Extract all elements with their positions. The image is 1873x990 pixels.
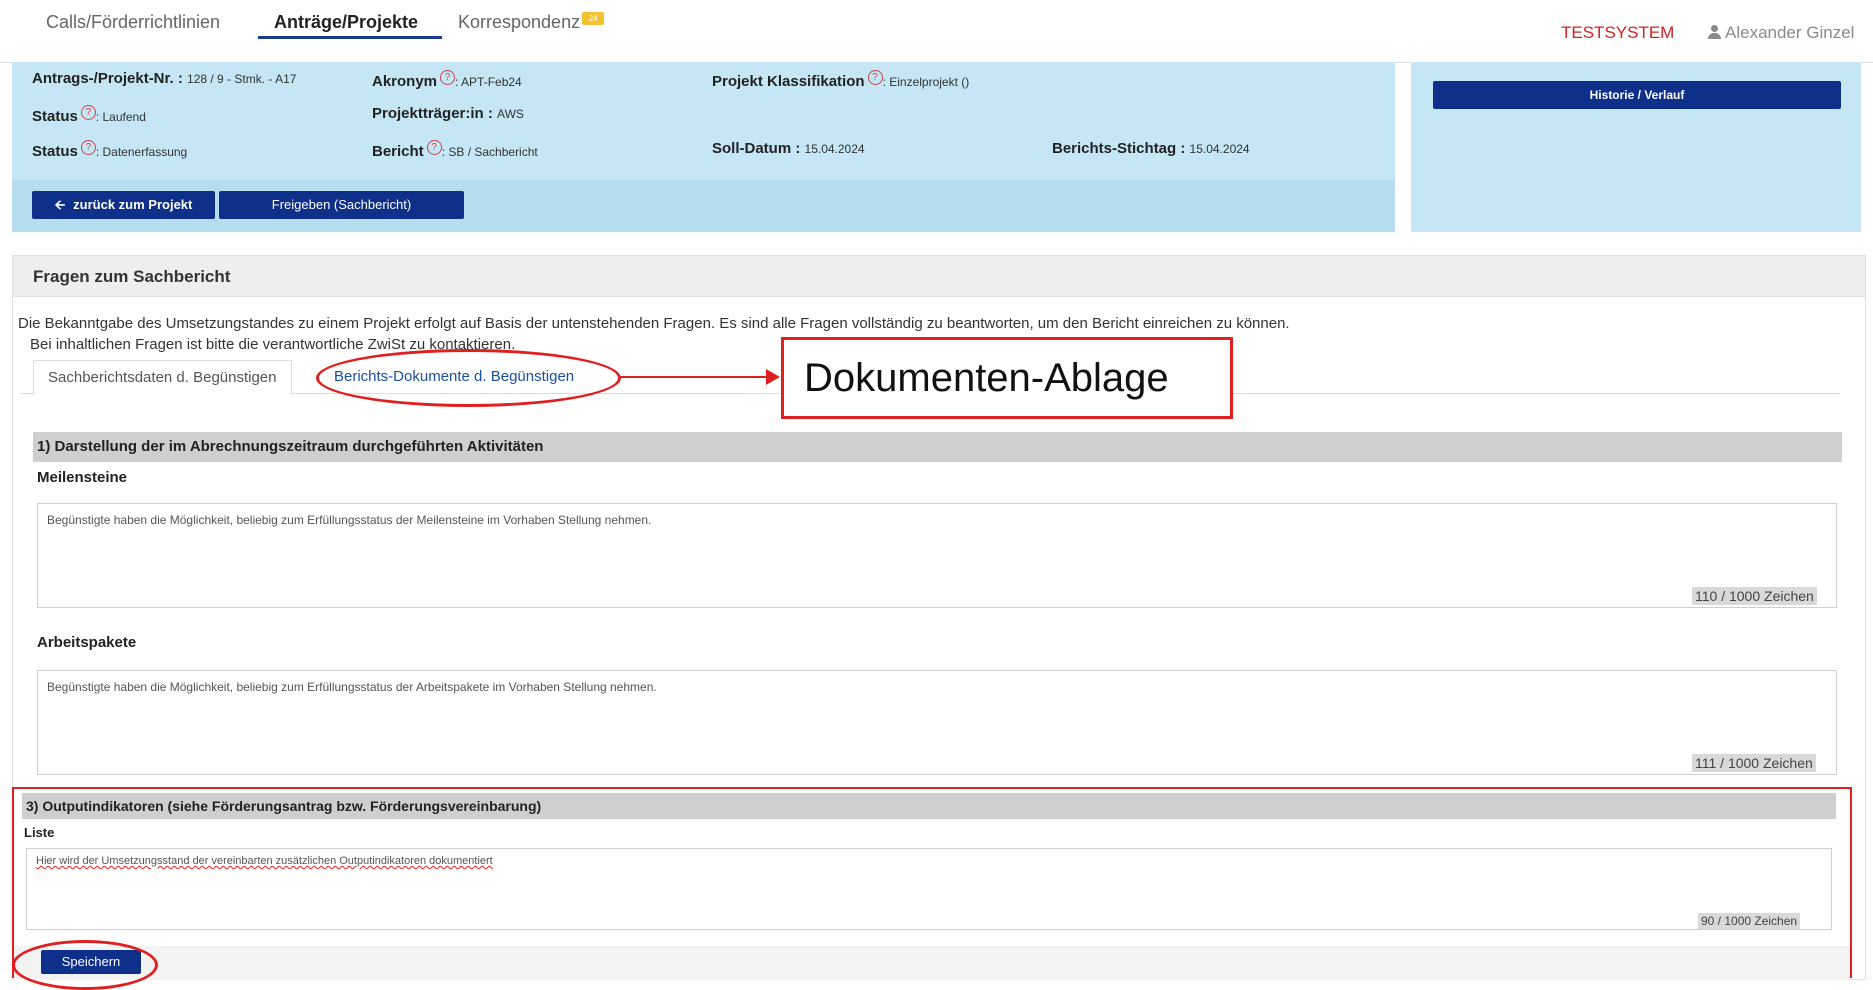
back-to-project-button[interactable]: 🡨 zurück zum Projekt — [32, 191, 215, 219]
status-value: : Datenerfassung — [95, 145, 188, 159]
stichtag-value: 15.04.2024 — [1189, 142, 1250, 156]
projekttraeger-value: AWS — [497, 107, 524, 121]
arbeitspakete-text: Begünstigte haben die Möglichkeit, belie… — [47, 680, 657, 694]
message-badge-icon: 24 — [582, 12, 605, 25]
akronym-label: Akronym — [372, 73, 438, 90]
back-button-label: zurück zum Projekt — [73, 197, 193, 212]
bericht: Bericht?: SB / Sachbericht — [372, 140, 538, 160]
soll-datum: Soll-Datum : 15.04.2024 — [712, 140, 865, 157]
meilensteine-textarea[interactable]: Begünstigte haben die Möglichkeit, belie… — [37, 503, 1837, 608]
berichts-stichtag: Berichts-Stichtag : 15.04.2024 — [1052, 140, 1250, 157]
liste-label: Liste — [24, 825, 55, 840]
annotation-arrow-head-icon — [766, 369, 780, 385]
status-report: Status?: Datenerfassung — [32, 140, 187, 160]
question-1-header: 1) Darstellung der im Abrechnungszeitrau… — [33, 432, 1842, 462]
akronym: Akronym?: APT-Feb24 — [372, 70, 522, 90]
annotation-arrow-line — [618, 376, 770, 378]
meilensteine-char-counter: 110 / 1000 Zeichen — [1692, 587, 1817, 605]
soll-datum-label: Soll-Datum : — [712, 140, 801, 157]
tab-antraege[interactable]: Anträge/Projekte — [274, 12, 418, 33]
tab-korrespondenz-label: Korrespondenz — [458, 12, 581, 32]
save-highlight-circle — [12, 940, 158, 990]
history-button[interactable]: Historie / Verlauf — [1433, 81, 1841, 109]
section-header: Fragen zum Sachbericht — [13, 256, 1865, 297]
status-label: Status — [32, 143, 78, 160]
user-icon — [1708, 25, 1721, 39]
arbeitspakete-char-counter: 111 / 1000 Zeichen — [1692, 754, 1816, 772]
liste-text: Hier wird der Umsetzungsstand der verein… — [36, 855, 493, 867]
arbeitspakete-label: Arbeitspakete — [37, 634, 137, 651]
projekttraeger: Projektträger:in : AWS — [372, 105, 524, 122]
meilensteine-text: Begünstigte haben die Möglichkeit, belie… — [47, 513, 652, 527]
section-title: Fragen zum Sachbericht — [33, 267, 231, 286]
liste-textarea[interactable]: Hier wird der Umsetzungsstand der verein… — [26, 848, 1832, 930]
form-footer: Speichern — [14, 946, 1850, 980]
soll-datum-value: 15.04.2024 — [804, 142, 865, 156]
dokumenten-ablage-callout: Dokumenten-Ablage — [781, 337, 1233, 419]
tab-highlight-circle — [316, 349, 621, 407]
arbeitspakete-textarea[interactable]: Begünstigte haben die Möglichkeit, belie… — [37, 670, 1837, 775]
help-icon[interactable]: ? — [80, 140, 96, 155]
status-label: Status — [32, 108, 78, 125]
active-tab-indicator — [258, 36, 442, 39]
status-project: Status?: Laufend — [32, 105, 146, 125]
project-info-panel: Antrags-/Projekt-Nr. : 128 / 9 - Stmk. -… — [12, 62, 1395, 232]
help-icon[interactable]: ? — [80, 105, 96, 120]
side-panel: Historie / Verlauf — [1411, 62, 1861, 232]
project-nr-value: 128 / 9 - Stmk. - A17 — [187, 72, 297, 86]
bericht-label: Bericht — [372, 143, 424, 160]
help-icon[interactable]: ? — [867, 70, 883, 85]
testsystem-label: TESTSYSTEM — [1561, 23, 1675, 42]
projekt-klassifikation: Projekt Klassifikation?: Einzelprojekt (… — [712, 70, 969, 90]
project-nr: Antrags-/Projekt-Nr. : 128 / 9 - Stmk. -… — [32, 70, 296, 87]
stichtag-label: Berichts-Stichtag : — [1052, 140, 1186, 157]
tab-korrespondenz[interactable]: Korrespondenz 24 — [458, 12, 605, 33]
akronym-value: : APT-Feb24 — [455, 75, 522, 89]
tab-calls[interactable]: Calls/Förderrichtlinien — [46, 12, 220, 33]
action-bar: 🡨 zurück zum Projekt Freigeben (Sachberic… — [12, 180, 1395, 232]
meilensteine-label: Meilensteine — [37, 469, 128, 486]
user-name: Alexander Ginzel — [1725, 23, 1855, 42]
outputindikatoren-highlight: 3) Outputindikatoren (siehe Förderungsan… — [12, 787, 1852, 980]
top-navigation: Calls/Förderrichtlinien Anträge/Projekte… — [0, 0, 1873, 63]
release-report-button[interactable]: Freigeben (Sachbericht) — [219, 191, 464, 219]
status-value: : Laufend — [95, 110, 146, 124]
projekttraeger-label: Projektträger:in : — [372, 105, 493, 122]
help-icon[interactable]: ? — [440, 70, 456, 85]
project-nr-label: Antrags-/Projekt-Nr. : — [32, 70, 183, 87]
help-icon[interactable]: ? — [426, 140, 442, 155]
klassifikation-label: Projekt Klassifikation — [712, 73, 865, 90]
intro-text-1: Die Bekanntgabe des Umsetzungstandes zu … — [18, 315, 1290, 332]
klassifikation-value: : Einzelprojekt () — [882, 75, 970, 89]
liste-char-counter: 90 / 1000 Zeichen — [1698, 913, 1801, 929]
user-menu[interactable]: Alexander Ginzel — [1708, 23, 1854, 43]
question-3-header: 3) Outputindikatoren (siehe Förderungsan… — [22, 793, 1836, 819]
arrow-left-icon: 🡨 — [54, 197, 66, 212]
bericht-value: : SB / Sachbericht — [441, 145, 538, 159]
tab-sachberichtsdaten[interactable]: Sachberichtsdaten d. Begünstigen — [33, 360, 292, 396]
